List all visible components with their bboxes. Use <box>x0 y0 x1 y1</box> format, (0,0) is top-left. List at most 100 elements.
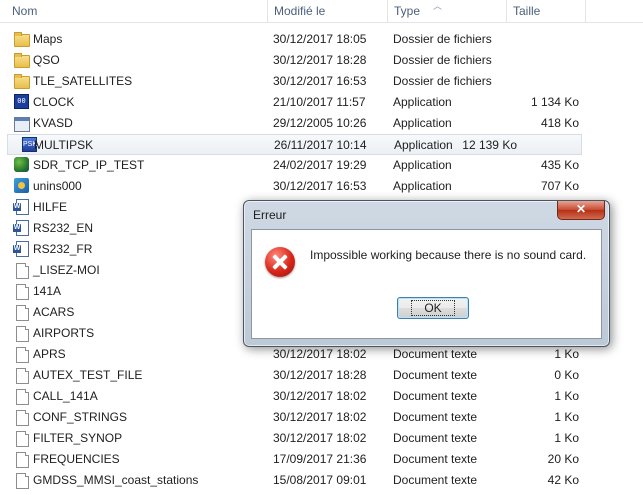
file-row[interactable]: 00 CLOCK 21/10/2017 11:57 Application 1 134 … <box>0 92 643 113</box>
file-size: 1 Ko <box>554 431 579 445</box>
word-document-icon: W <box>13 199 29 215</box>
file-row[interactable]: Maps 30/12/2017 18:05 Dossier de fichiers <box>0 29 643 50</box>
file-type: Document texte <box>393 389 478 403</box>
text-file-icon <box>16 368 29 384</box>
file-date: 30/12/2017 18:02 <box>273 347 367 361</box>
file-name: FREQUENCIES <box>33 452 120 466</box>
file-type: Document texte <box>393 452 478 466</box>
text-file-icon <box>16 431 29 447</box>
file-row[interactable]: APRS 30/12/2017 18:02 Document texte 1 Ko <box>0 344 643 365</box>
sort-up-icon: ︿ <box>433 1 443 11</box>
file-row[interactable]: AUTEX_TEST_FILE 30/12/2017 18:28 Document … <box>0 365 643 386</box>
sdr-app-icon <box>14 157 29 172</box>
column-header-date[interactable]: Modifié le <box>274 4 325 18</box>
file-size: 435 Ko <box>540 158 579 172</box>
file-name: CONF_STRINGS <box>33 410 128 424</box>
file-date: 24/02/2017 19:29 <box>273 158 367 172</box>
file-name: CALL_141A <box>33 389 98 403</box>
folder-icon <box>14 74 30 89</box>
file-date: 30/12/2017 18:28 <box>273 368 367 382</box>
folder-icon <box>14 32 30 47</box>
column-header-bar: Nom Modifié le ︿ Type Taille <box>0 0 643 23</box>
file-row[interactable]: SDR_TCP_IP_TEST 24/02/2017 19:29 Applicati… <box>0 155 643 176</box>
column-divider[interactable] <box>506 0 507 22</box>
text-file-icon <box>16 452 29 468</box>
file-type: Document texte <box>393 347 478 361</box>
file-row[interactable]: GMDSS_MMSI_coast_stations 15/08/2017 09:0… <box>0 470 643 491</box>
text-file-icon <box>16 389 29 405</box>
file-date: 17/09/2017 21:36 <box>273 452 367 466</box>
folder-icon <box>14 53 30 68</box>
column-divider[interactable] <box>585 0 586 22</box>
file-row[interactable]: TLE_SATELLITES 30/12/2017 16:53 Dossier de… <box>0 71 643 92</box>
file-type: Document texte <box>393 410 478 424</box>
text-file-icon <box>16 263 29 279</box>
file-type: Dossier de fichiers <box>393 53 492 67</box>
file-name: AIRPORTS <box>33 326 95 340</box>
ok-button-label: OK <box>411 300 455 316</box>
file-row[interactable]: unins000 30/12/2017 16:53 Application 707 K… <box>0 176 643 197</box>
error-dialog: Erreur ✕ Impossible working because ther… <box>243 200 610 347</box>
file-date: 21/10/2017 11:57 <box>273 95 366 109</box>
file-name: unins000 <box>33 179 82 193</box>
error-icon <box>265 247 295 277</box>
column-header-size[interactable]: Taille <box>513 4 540 18</box>
file-type: Application <box>393 179 452 193</box>
file-size: 707 Ko <box>540 179 579 193</box>
file-type: Document texte <box>393 473 478 487</box>
file-type: Application <box>393 116 452 130</box>
file-row[interactable]: KVASD 29/12/2005 10:26 Application 418 Ko <box>0 113 643 134</box>
file-size: 1 Ko <box>554 410 579 424</box>
ok-button[interactable]: OK <box>397 297 469 319</box>
file-name: FILTER_SYNOP <box>33 431 123 445</box>
dialog-title: Erreur <box>253 208 287 222</box>
text-file-icon <box>16 347 29 363</box>
file-size: 20 Ko <box>547 452 579 466</box>
text-file-icon <box>16 326 29 342</box>
file-type: Application <box>394 138 453 152</box>
file-row[interactable]: PSK MULTIPSK 26/11/2017 10:14 Application 12… <box>7 134 582 155</box>
file-name: CLOCK <box>33 95 75 109</box>
file-date: 30/12/2017 18:28 <box>273 53 367 67</box>
file-size: 12 139 Ko <box>462 138 517 152</box>
file-row[interactable]: QSO 30/12/2017 18:28 Dossier de fichiers <box>0 50 643 71</box>
file-size: 1 Ko <box>554 347 579 361</box>
file-size: 42 Ko <box>547 473 579 487</box>
column-divider[interactable] <box>387 0 388 22</box>
file-date: 30/12/2017 18:02 <box>273 389 367 403</box>
file-name: _LISEZ-MOI <box>33 263 100 277</box>
close-icon: ✕ <box>575 202 587 216</box>
file-type: Application <box>393 158 452 172</box>
text-file-icon <box>16 473 29 489</box>
kvasd-app-icon <box>14 117 30 132</box>
file-name: APRS <box>33 347 66 361</box>
dialog-message: Impossible working because there is no s… <box>310 248 587 262</box>
uninstaller-app-icon <box>14 178 29 193</box>
file-name: ACARS <box>33 305 75 319</box>
file-name: MULTIPSK <box>34 138 94 152</box>
file-row[interactable]: CALL_141A 30/12/2017 18:02 Document texte 1… <box>0 386 643 407</box>
file-date: 26/11/2017 10:14 <box>274 138 367 152</box>
column-divider[interactable] <box>267 0 268 22</box>
file-name: KVASD <box>33 116 73 130</box>
column-header-type[interactable]: Type <box>394 4 420 18</box>
file-row[interactable]: CONF_STRINGS 30/12/2017 18:02 Document tex… <box>0 407 643 428</box>
file-name: AUTEX_TEST_FILE <box>33 368 143 382</box>
file-type: Dossier de fichiers <box>393 32 492 46</box>
file-date: 15/08/2017 09:01 <box>273 473 367 487</box>
file-date: 30/12/2017 18:02 <box>273 431 367 445</box>
file-type: Dossier de fichiers <box>393 74 492 88</box>
text-file-icon <box>16 305 29 321</box>
file-name: HILFE <box>33 200 68 214</box>
file-row[interactable]: FILTER_SYNOP 30/12/2017 18:02 Document tex… <box>0 428 643 449</box>
file-row[interactable]: FREQUENCIES 17/09/2017 21:36 Document text… <box>0 449 643 470</box>
text-file-icon <box>16 284 29 300</box>
file-name: RS232_EN <box>33 221 94 235</box>
column-header-name[interactable]: Nom <box>12 4 37 18</box>
file-size: 0 Ko <box>554 368 579 382</box>
file-date: 30/12/2017 16:53 <box>273 74 367 88</box>
file-name: QSO <box>33 53 60 67</box>
close-button[interactable]: ✕ <box>557 201 605 220</box>
dialog-body: Impossible working because there is no s… <box>251 229 602 339</box>
file-date: 30/12/2017 16:53 <box>273 179 367 193</box>
